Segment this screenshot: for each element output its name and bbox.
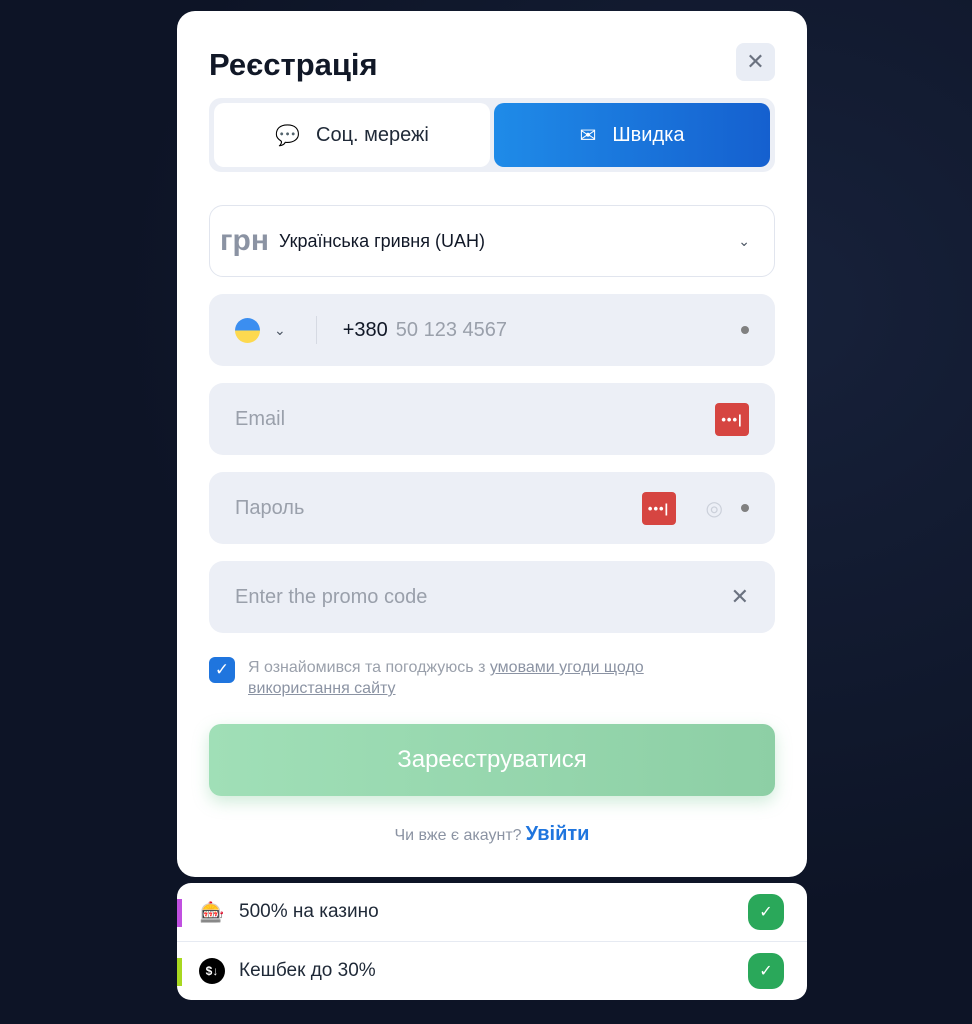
bonus-accent-bar [177,899,182,927]
password-manager-icon[interactable]: •••| [641,491,676,525]
dot-icon [741,326,749,334]
tab-label: Швидка [612,123,685,146]
registration-tabs: 💬 Соц. мережі ✉ Швидка [209,98,775,172]
envelope-icon: ✉ [579,124,597,147]
phone-input[interactable]: 50 123 4567 [396,319,741,342]
register-button[interactable]: Зареєструватися [209,724,775,796]
password-placeholder: Пароль [235,496,305,519]
chevron-down-icon[interactable]: ⌄ [274,322,286,339]
tab-fast[interactable]: ✉ Швидка [494,103,770,167]
eye-icon[interactable]: ◎ [706,496,723,521]
ukraine-flag-icon[interactable] [235,317,260,343]
close-icon: ✕ [746,49,765,74]
chat-bubble-icon: 💬 [275,124,301,147]
dot-icon [741,504,749,512]
currency-value: Українська гривня (UAH) [278,230,485,251]
bonus-item: $↓ Кешбек до 30% ✓ [177,941,807,999]
check-badge-icon: ✓ [751,897,781,927]
currency-symbol: грн [220,224,269,257]
phone-field: ⌄ +380 50 123 4567 [209,294,775,366]
password-field[interactable]: Пароль •••| ◎ [209,472,775,544]
check-badge-icon: ✓ [751,955,781,986]
email-placeholder: Email [235,407,286,430]
bonus-item: 🎰 500% на казино ✓ [177,883,807,941]
bonus-label: Кешбек до 30% [239,959,376,981]
bonus-accent-bar [177,958,182,986]
modal-title: Реєстрація [209,47,378,82]
cashback-coin-icon: $↓ [199,957,225,984]
login-prompt: Чи вже є акаунт? Увійти [177,823,807,846]
terms-text: Я ознайомився та погоджуюсь з умовами уг… [248,657,749,699]
registration-modal: Реєстрація ✕ 💬 Соц. мережі ✉ Швидка грн Ук… [177,11,807,877]
email-field[interactable]: Email •••| [209,383,775,455]
terms-checkbox[interactable]: ✓ [209,657,235,683]
tab-label: Соц. мережі [316,123,429,146]
login-prompt-text: Чи вже є акаунт? [394,827,522,844]
currency-select[interactable]: грн Українська гривня (UAH) ⌄ [209,205,775,277]
password-manager-icon[interactable]: •••| [715,402,749,436]
bonus-list: 🎰 500% на казино ✓ $↓ Кешбек до 30% ✓ [177,883,807,1000]
login-link[interactable]: Увійти [526,823,590,845]
bonus-label: 500% на казино [239,901,379,922]
divider [315,316,317,344]
clear-icon[interactable]: ✕ [731,584,749,610]
chevron-down-icon: ⌄ [738,232,750,249]
terms-label: Я ознайомився та погоджуюсь з [248,659,490,676]
promo-placeholder: Enter the promo code [235,585,428,608]
phone-code: +380 [342,318,388,341]
tab-social[interactable]: 💬 Соц. мережі [214,103,490,167]
promo-code-field[interactable]: Enter the promo code ✕ [209,561,775,633]
close-button[interactable]: ✕ [736,43,775,81]
terms-agreement: ✓ Я ознайомився та погоджуюсь з умовами … [209,657,749,699]
slot-machine-icon: 🎰 [199,901,225,924]
